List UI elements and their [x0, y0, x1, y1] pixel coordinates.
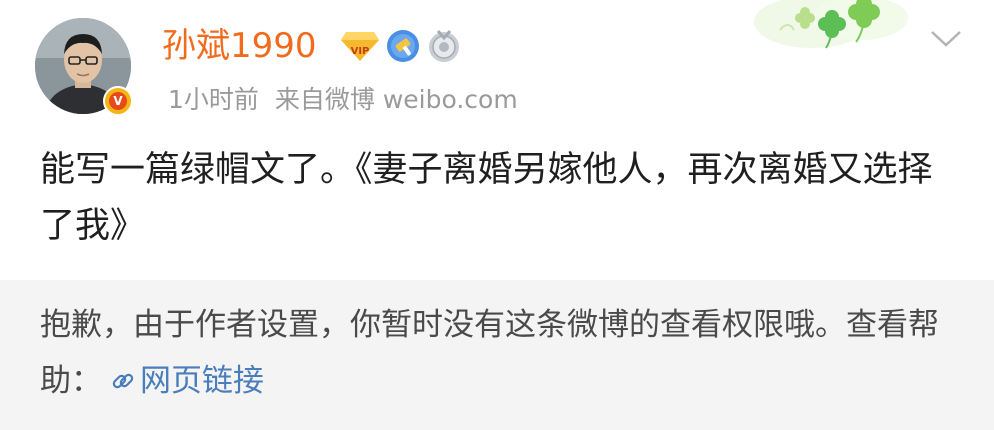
post-meta: 1小时前 来自微博 weibo.com [168, 82, 518, 118]
notice-text: 抱歉，由于作者设置，你暂时没有这条微博的查看权限哦。查看帮助： 网页链接 [40, 297, 950, 409]
verified-badge-icon: V [103, 86, 133, 116]
chevron-down-icon[interactable] [928, 26, 964, 50]
svg-text:VIP: VIP [351, 46, 370, 57]
web-link[interactable]: 网页链接 [102, 363, 264, 399]
verified-mark: V [109, 92, 127, 110]
post-time: 1小时前 [168, 85, 259, 114]
permission-notice: 抱歉，由于作者设置，你暂时没有这条微博的查看权限哦。查看帮助： 网页链接 [0, 280, 994, 430]
username[interactable]: 孙斌1990 [162, 23, 317, 69]
post-content: 能写一篇绿帽文了。《妻子离婚另嫁他人，再次离婚又选择了我》 [40, 150, 933, 246]
weibo-post-card: V 孙斌1990 VIP 1小时前 来自微博 weibo.com 能写一篇绿帽文了 [0, 0, 994, 430]
silver-medal-badge-icon[interactable] [426, 28, 462, 64]
clover-decoration-icon [754, 0, 908, 49]
blue-shield-badge-icon[interactable] [384, 28, 422, 64]
post-source: 来自微博 weibo.com [274, 85, 518, 114]
vip-diamond-badge-icon[interactable]: VIP [340, 28, 380, 64]
link-icon [112, 373, 134, 389]
user-badges: VIP [340, 27, 462, 65]
web-link-label[interactable]: 网页链接 [140, 363, 264, 399]
